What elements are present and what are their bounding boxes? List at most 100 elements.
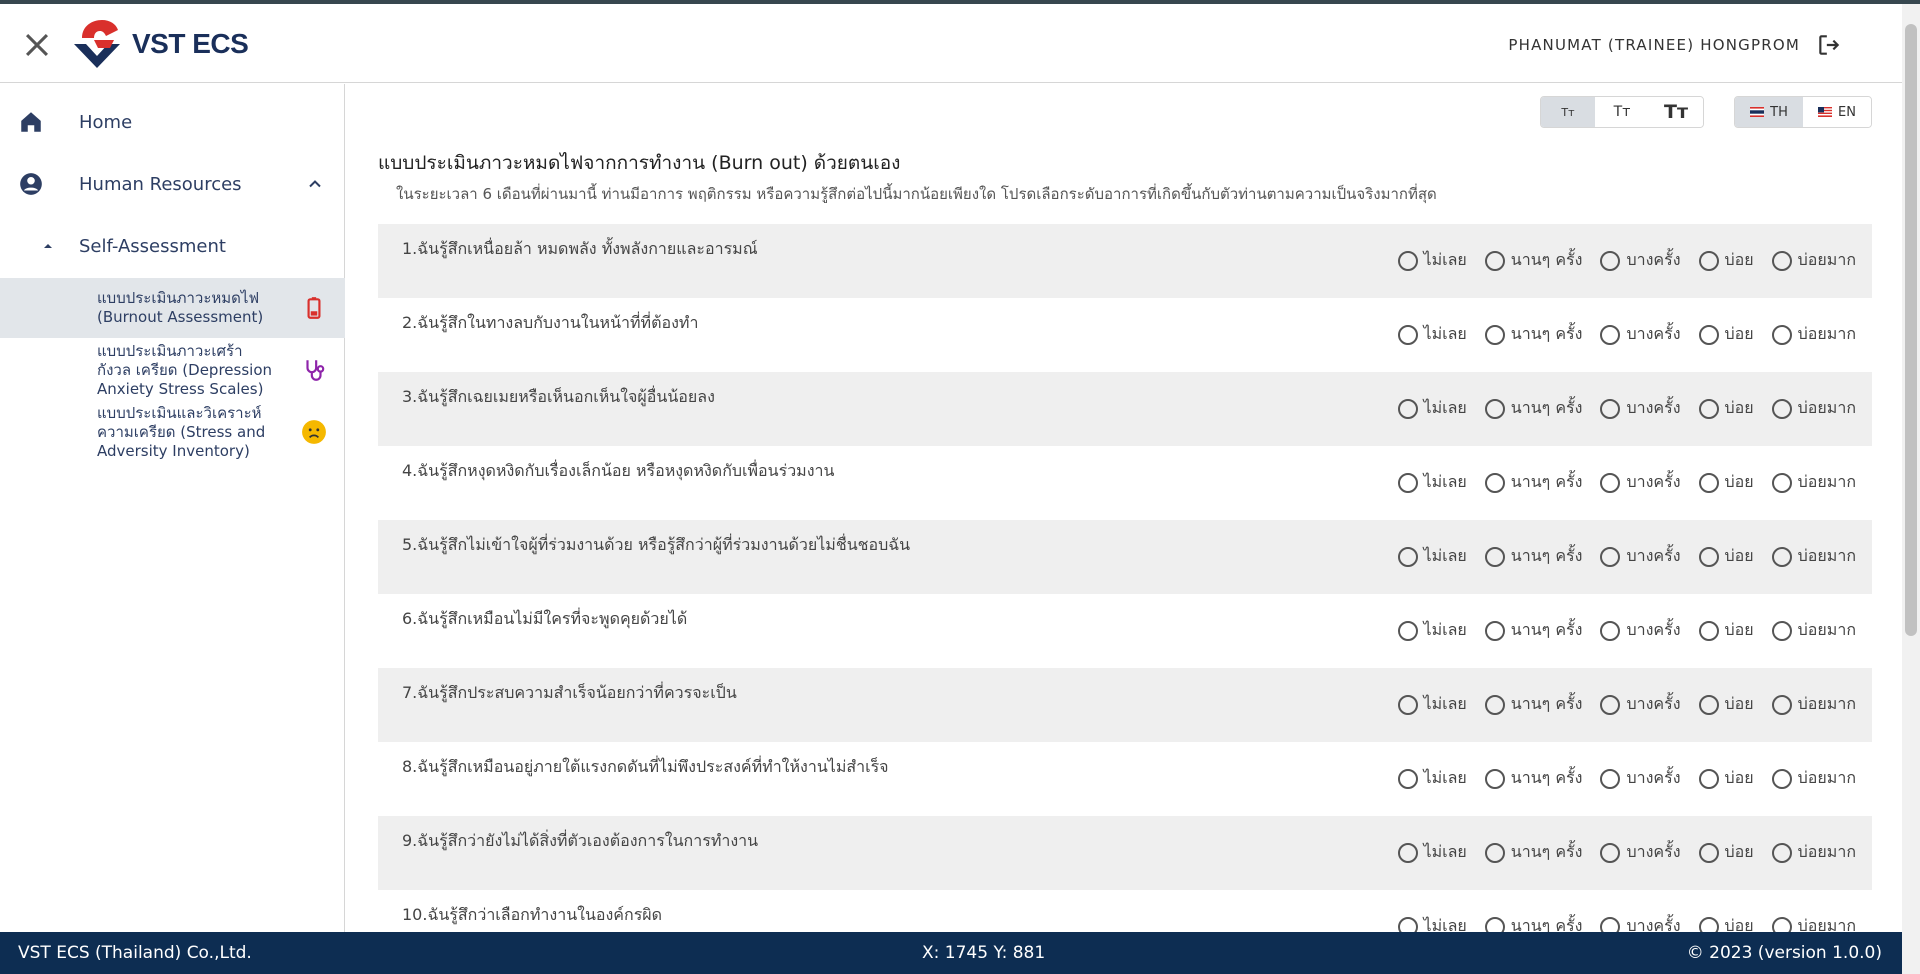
- radio-button[interactable]: [1484, 694, 1505, 715]
- logout-icon[interactable]: [1816, 32, 1842, 58]
- answer-option[interactable]: บ่อย: [1698, 618, 1754, 643]
- answer-option[interactable]: บางครั้ง: [1600, 618, 1681, 643]
- answer-option[interactable]: ไม่เลย: [1397, 248, 1467, 273]
- radio-button[interactable]: [1771, 768, 1792, 789]
- radio-button[interactable]: [1771, 472, 1792, 493]
- radio-button[interactable]: [1600, 398, 1621, 419]
- radio-button[interactable]: [1397, 694, 1418, 715]
- radio-button[interactable]: [1698, 694, 1719, 715]
- radio-button[interactable]: [1600, 620, 1621, 641]
- radio-button[interactable]: [1771, 620, 1792, 641]
- answer-option[interactable]: นานๆ ครั้ง: [1484, 840, 1582, 865]
- answer-option[interactable]: บ่อยมาก: [1771, 322, 1856, 347]
- answer-option[interactable]: บ่อย: [1698, 840, 1754, 865]
- answer-option[interactable]: นานๆ ครั้ง: [1484, 248, 1582, 273]
- answer-option[interactable]: บ่อย: [1698, 692, 1754, 717]
- answer-option[interactable]: ไม่เลย: [1397, 692, 1467, 717]
- answer-option[interactable]: บ่อย: [1698, 396, 1754, 421]
- radio-button[interactable]: [1484, 916, 1505, 932]
- answer-option[interactable]: ไม่เลย: [1397, 840, 1467, 865]
- radio-button[interactable]: [1484, 472, 1505, 493]
- radio-button[interactable]: [1698, 324, 1719, 345]
- lang-en-button[interactable]: EN: [1803, 97, 1871, 127]
- lang-th-button[interactable]: TH: [1735, 97, 1803, 127]
- answer-option[interactable]: ไม่เลย: [1397, 322, 1467, 347]
- radio-button[interactable]: [1484, 324, 1505, 345]
- radio-button[interactable]: [1397, 398, 1418, 419]
- answer-option[interactable]: ไม่เลย: [1397, 914, 1467, 932]
- sidebar-item-dass[interactable]: แบบประเมินภาวะเศร้า กังวล เครียด (Depres…: [0, 340, 345, 400]
- radio-button[interactable]: [1771, 842, 1792, 863]
- answer-option[interactable]: นานๆ ครั้ง: [1484, 766, 1582, 791]
- radio-button[interactable]: [1698, 916, 1719, 932]
- radio-button[interactable]: [1397, 916, 1418, 932]
- font-small-button[interactable]: Tт: [1541, 97, 1595, 127]
- radio-button[interactable]: [1484, 768, 1505, 789]
- radio-button[interactable]: [1397, 472, 1418, 493]
- answer-option[interactable]: บ่อย: [1698, 914, 1754, 932]
- radio-button[interactable]: [1397, 546, 1418, 567]
- font-medium-button[interactable]: Tт: [1595, 97, 1649, 127]
- radio-button[interactable]: [1771, 324, 1792, 345]
- answer-option[interactable]: นานๆ ครั้ง: [1484, 396, 1582, 421]
- radio-button[interactable]: [1397, 250, 1418, 271]
- answer-option[interactable]: บางครั้ง: [1600, 914, 1681, 932]
- answer-option[interactable]: บ่อย: [1698, 544, 1754, 569]
- radio-button[interactable]: [1397, 768, 1418, 789]
- radio-button[interactable]: [1600, 472, 1621, 493]
- answer-option[interactable]: บ่อย: [1698, 766, 1754, 791]
- scrollbar-thumb[interactable]: [1905, 24, 1917, 636]
- sidebar-item-self-assessment[interactable]: Self-Assessment: [0, 218, 345, 274]
- answer-option[interactable]: ไม่เลย: [1397, 470, 1467, 495]
- radio-button[interactable]: [1484, 842, 1505, 863]
- answer-option[interactable]: บ่อยมาก: [1771, 396, 1856, 421]
- radio-button[interactable]: [1600, 324, 1621, 345]
- radio-button[interactable]: [1484, 620, 1505, 641]
- radio-button[interactable]: [1771, 250, 1792, 271]
- answer-option[interactable]: บางครั้ง: [1600, 692, 1681, 717]
- radio-button[interactable]: [1771, 916, 1792, 932]
- answer-option[interactable]: นานๆ ครั้ง: [1484, 470, 1582, 495]
- answer-option[interactable]: บางครั้ง: [1600, 248, 1681, 273]
- radio-button[interactable]: [1600, 842, 1621, 863]
- answer-option[interactable]: บางครั้ง: [1600, 840, 1681, 865]
- answer-option[interactable]: บ่อย: [1698, 470, 1754, 495]
- radio-button[interactable]: [1484, 398, 1505, 419]
- radio-button[interactable]: [1771, 398, 1792, 419]
- radio-button[interactable]: [1698, 472, 1719, 493]
- radio-button[interactable]: [1397, 324, 1418, 345]
- font-large-button[interactable]: Tт: [1649, 97, 1703, 127]
- answer-option[interactable]: บางครั้ง: [1600, 322, 1681, 347]
- radio-button[interactable]: [1484, 546, 1505, 567]
- sidebar-item-stress-inventory[interactable]: แบบประเมินและวิเคราะห์ความเครียด (Stress…: [0, 402, 345, 462]
- radio-button[interactable]: [1600, 694, 1621, 715]
- answer-option[interactable]: ไม่เลย: [1397, 766, 1467, 791]
- radio-button[interactable]: [1771, 694, 1792, 715]
- answer-option[interactable]: นานๆ ครั้ง: [1484, 322, 1582, 347]
- radio-button[interactable]: [1698, 250, 1719, 271]
- answer-option[interactable]: บ่อยมาก: [1771, 544, 1856, 569]
- answer-option[interactable]: บ่อยมาก: [1771, 914, 1856, 932]
- answer-option[interactable]: นานๆ ครั้ง: [1484, 544, 1582, 569]
- answer-option[interactable]: นานๆ ครั้ง: [1484, 692, 1582, 717]
- sidebar-item-burnout[interactable]: แบบประเมินภาวะหมดไฟ (Burnout Assessment): [0, 278, 345, 338]
- radio-button[interactable]: [1698, 398, 1719, 419]
- answer-option[interactable]: ไม่เลย: [1397, 544, 1467, 569]
- radio-button[interactable]: [1698, 842, 1719, 863]
- radio-button[interactable]: [1600, 768, 1621, 789]
- radio-button[interactable]: [1600, 546, 1621, 567]
- answer-option[interactable]: บ่อยมาก: [1771, 618, 1856, 643]
- answer-option[interactable]: ไม่เลย: [1397, 618, 1467, 643]
- answer-option[interactable]: ไม่เลย: [1397, 396, 1467, 421]
- answer-option[interactable]: นานๆ ครั้ง: [1484, 914, 1582, 932]
- radio-button[interactable]: [1698, 620, 1719, 641]
- sidebar-item-human-resources[interactable]: Human Resources: [0, 156, 345, 212]
- answer-option[interactable]: บ่อยมาก: [1771, 692, 1856, 717]
- radio-button[interactable]: [1397, 842, 1418, 863]
- answer-option[interactable]: บ่อยมาก: [1771, 470, 1856, 495]
- radio-button[interactable]: [1397, 620, 1418, 641]
- radio-button[interactable]: [1600, 250, 1621, 271]
- radio-button[interactable]: [1698, 546, 1719, 567]
- answer-option[interactable]: บ่อย: [1698, 248, 1754, 273]
- radio-button[interactable]: [1600, 916, 1621, 932]
